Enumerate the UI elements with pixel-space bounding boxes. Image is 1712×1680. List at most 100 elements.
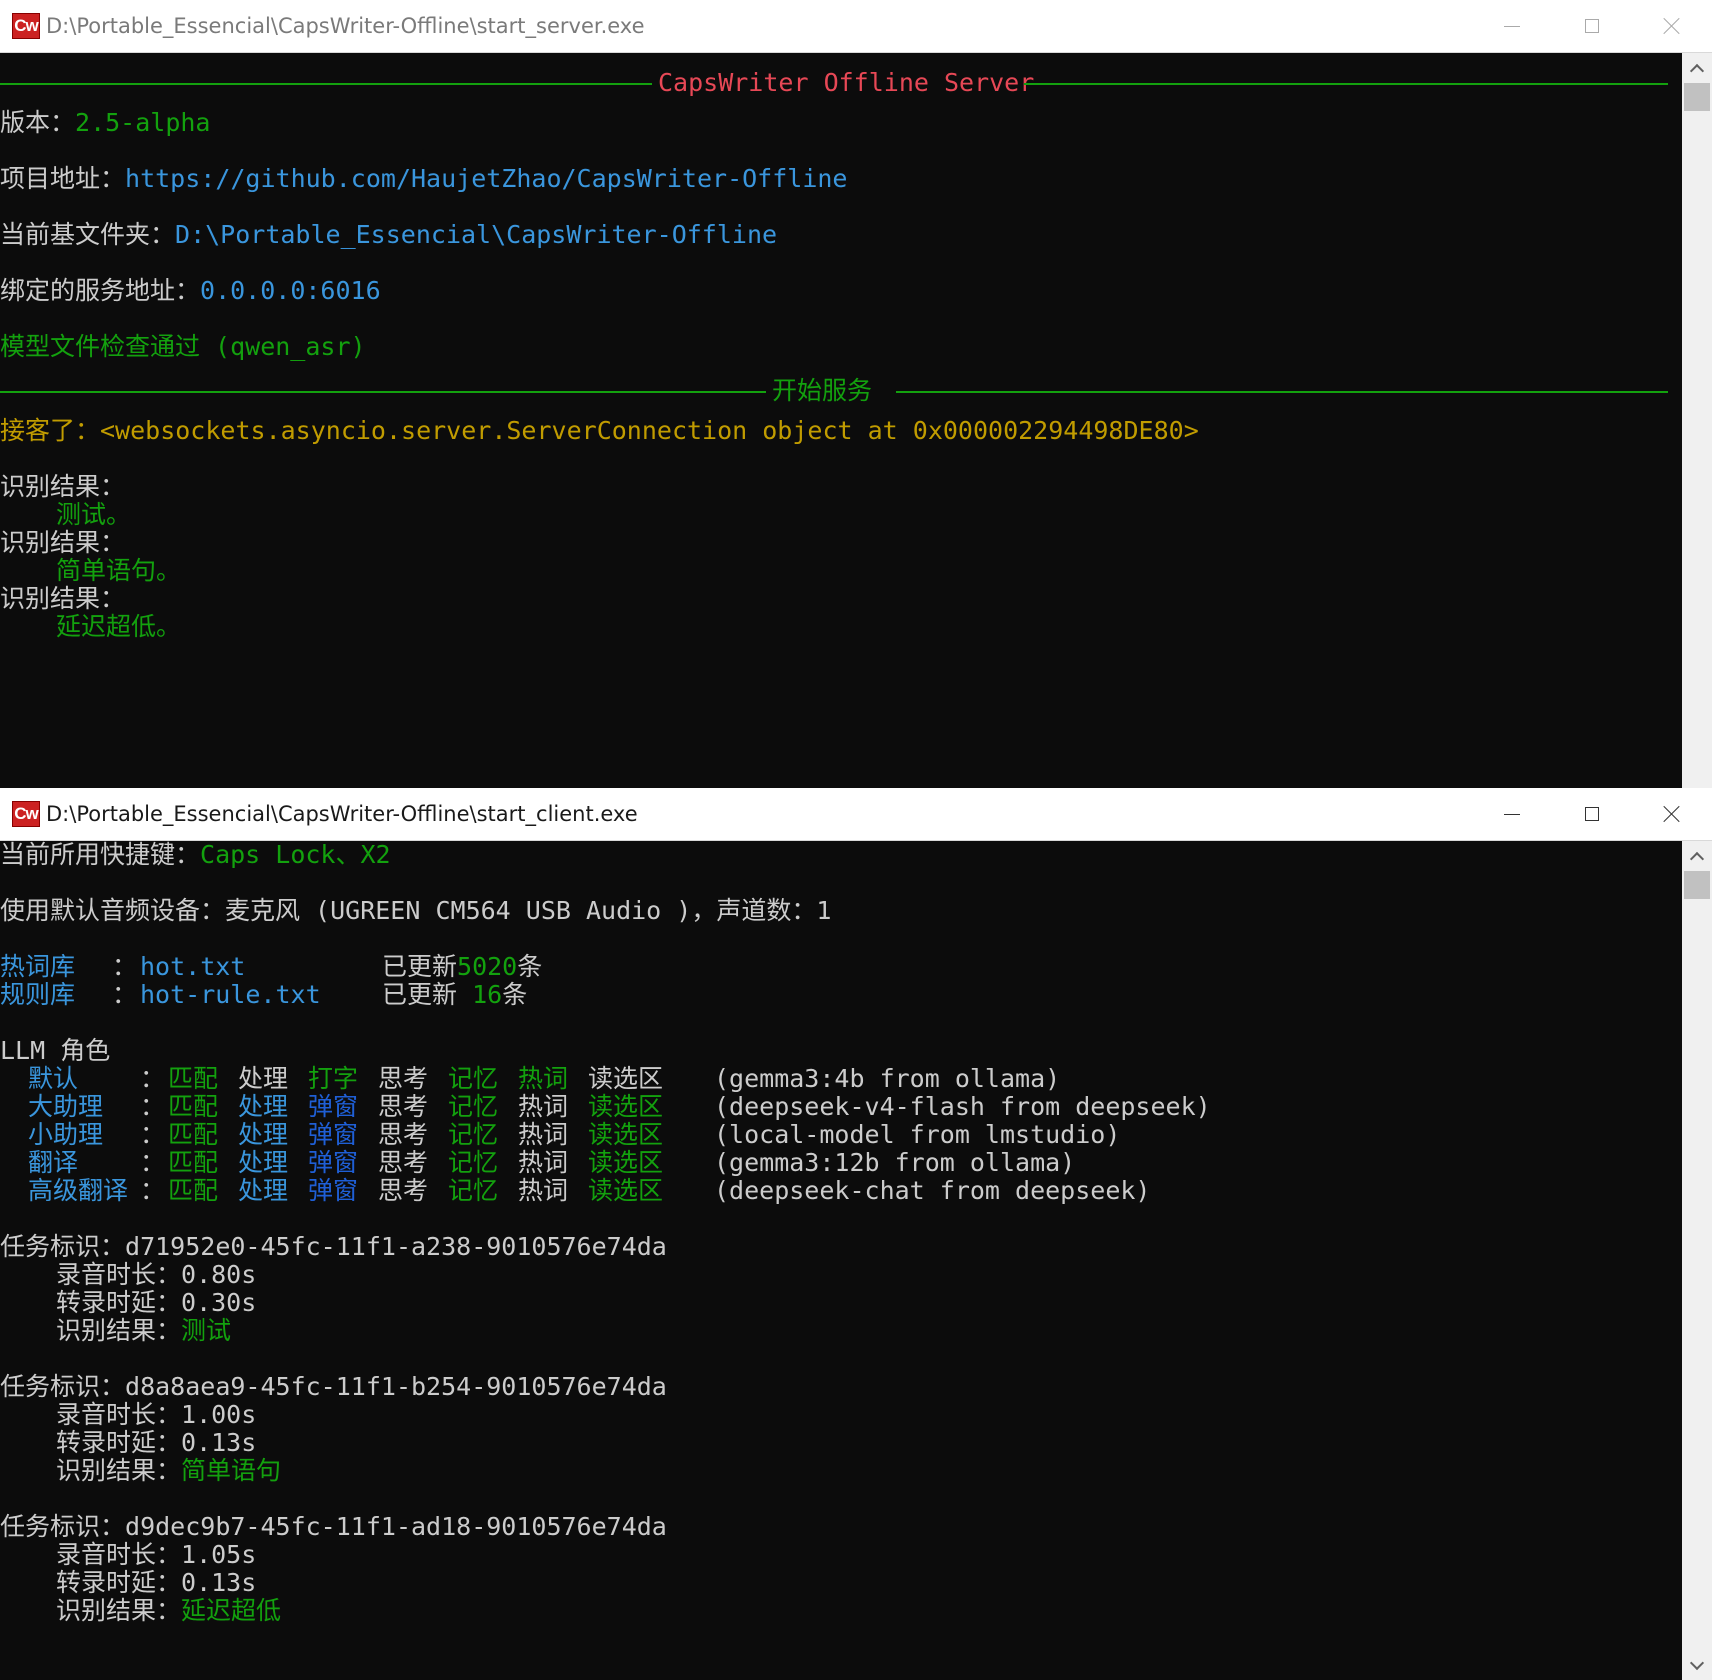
client-window-controls [1472,788,1712,840]
server-console-output[interactable]: CapsWriter Offline Server 版本：2.5-alpha 项… [0,53,1680,788]
llm-role-row: 高级翻译：匹配 处理 弹窗 思考 记忆 热词 读选区 (deepseek-chat from … [28,1176,1151,1205]
llm-role-name: 小助理 [28,1120,104,1149]
llm-flag: 匹配 [168,1148,219,1177]
llm-role-row: 大助理：匹配 处理 弹窗 思考 记忆 热词 读选区 (deepseek-v4-flash fr… [28,1092,1211,1121]
hotword-file: hot.txt [140,952,246,981]
task-latency-line: 转录时延：0.30s [56,1288,257,1317]
task-result-line: 识别结果：测试 [56,1316,232,1345]
model-check-line: 模型文件检查通过 (qwen_asr) [0,332,366,361]
hotkey-value: Caps Lock、X2 [200,841,391,869]
llm-flag: 匹配 [168,1064,219,1093]
llm-model: (local-model from lmstudio) [714,1120,1121,1149]
llm-flag: 热词 [518,1176,569,1205]
project-url: https://github.com/HaujetZhao/CapsWriter… [125,164,848,193]
bind-address-line: 绑定的服务地址：0.0.0.0:6016 [0,276,381,305]
task-result-line: 识别结果：延迟超低 [56,1596,282,1625]
client-console-output[interactable]: 当前所用快捷键：Caps Lock、X2 使用默认音频设备：麦克风 (UGREE… [0,841,1680,1680]
server-scrollbar[interactable] [1682,53,1712,788]
close-icon [1663,805,1681,823]
client-close-button[interactable] [1632,788,1712,840]
task-id-line: 任务标识：d71952e0-45fc-11f1-a238-9010576e74d… [0,1232,667,1261]
scroll-up-arrow-icon[interactable] [1682,841,1712,871]
llm-roles-table: 默认：匹配 处理 打字 思考 记忆 热词 读选区 (gemma3:4b from ollama… [0,1065,1680,1205]
llm-model: (gemma3:4b from ollama) [714,1064,1061,1093]
llm-flag: 读选区 [588,1092,664,1121]
server-minimize-button[interactable] [1472,0,1552,52]
version-line: 版本：2.5-alpha [0,108,211,137]
llm-flag: 思考 [378,1148,429,1177]
capswriter-icon: Cw [12,13,40,39]
server-window-controls [1472,0,1712,52]
llm-role-row: 小助理：匹配 处理 弹窗 思考 记忆 热词 读选区 (local-model from lms… [28,1120,1121,1149]
server-close-button[interactable] [1632,0,1712,52]
llm-header: LLM 角色 [0,1036,111,1065]
llm-flag: 匹配 [168,1176,219,1205]
llm-flag: 记忆 [448,1176,499,1205]
llm-role-name: 大助理 [28,1092,104,1121]
llm-flag: 弹窗 [308,1120,359,1149]
llm-flag: 处理 [238,1064,289,1093]
llm-flag: 思考 [378,1120,429,1149]
version-value: 2.5-alpha [75,108,211,137]
llm-flag: 处理 [238,1176,289,1205]
llm-flag: 弹窗 [308,1176,359,1205]
server-window-title: D:\Portable_Essencial\CapsWriter-Offline… [46,14,645,38]
result-label: 识别结果： [0,528,126,557]
basedir-line: 当前基文件夹：D:\Portable_Essencial\CapsWriter-… [0,220,778,249]
rules-count: 16 [472,980,503,1009]
scroll-up-arrow-icon[interactable] [1682,53,1712,83]
llm-flag: 读选区 [588,1064,664,1093]
minimize-icon [1504,25,1520,27]
result-text: 测试。 [56,500,132,529]
server-titlebar[interactable]: Cw D:\Portable_Essencial\CapsWriter-Offl… [0,0,1712,53]
result-text: 延迟超低。 [56,612,182,641]
llm-flag: 弹窗 [308,1092,359,1121]
llm-flag: 记忆 [448,1148,499,1177]
server-console-window[interactable]: Cw D:\Portable_Essencial\CapsWriter-Offl… [0,0,1712,788]
client-scroll-thumb[interactable] [1684,871,1710,899]
llm-flag: 打字 [308,1064,359,1093]
llm-flag: 处理 [238,1148,289,1177]
task-duration-line: 录音时长：1.00s [56,1400,257,1429]
task-duration-line: 录音时长：1.05s [56,1540,257,1569]
result-label: 识别结果： [0,584,126,613]
llm-role-name: 高级翻译 [28,1176,129,1205]
llm-role-row: 翻译：匹配 处理 弹窗 思考 记忆 热词 读选区 (gemma3:12b from ollam… [28,1148,1076,1177]
llm-model: (gemma3:12b from ollama) [714,1148,1076,1177]
llm-flag: 记忆 [448,1120,499,1149]
client-titlebar[interactable]: Cw D:\Portable_Essencial\CapsWriter-Offl… [0,788,1712,841]
llm-model: (deepseek-v4-flash from deepseek) [714,1092,1211,1121]
hotkey-line: 当前所用快捷键：Caps Lock、X2 [0,841,391,869]
client-window-title: D:\Portable_Essencial\CapsWriter-Offline… [46,802,638,826]
llm-flag: 匹配 [168,1092,219,1121]
audio-device-line: 使用默认音频设备：麦克风 (UGREEN CM564 USB Audio )，声… [0,896,832,925]
scroll-down-arrow-icon[interactable] [1682,1650,1712,1680]
llm-flag: 热词 [518,1120,569,1149]
server-banner-title: CapsWriter Offline Server [658,68,1035,97]
llm-flag: 记忆 [448,1064,499,1093]
llm-flag: 读选区 [588,1176,664,1205]
hotword-count: 5020 [457,952,518,981]
close-icon [1663,17,1681,35]
task-duration-line: 录音时长：0.80s [56,1260,257,1289]
task-log: 任务标识：d71952e0-45fc-11f1-a238-9010576e74d… [0,1233,1680,1625]
client-scrollbar[interactable] [1682,841,1712,1680]
llm-flag: 思考 [378,1092,429,1121]
llm-flag: 热词 [518,1092,569,1121]
llm-flag: 匹配 [168,1120,219,1149]
task-id-line: 任务标识：d9dec9b7-45fc-11f1-ad18-9010576e74d… [0,1512,667,1541]
connection-line: 接客了：<websockets.asyncio.server.ServerCon… [0,416,1199,445]
client-maximize-button[interactable] [1552,788,1632,840]
rules-file: hot-rule.txt [140,980,321,1009]
server-maximize-button[interactable] [1552,0,1632,52]
server-scroll-thumb[interactable] [1684,83,1710,111]
result-label: 识别结果： [0,472,126,501]
rules-line: 规则库： hot-rule.txt 已更新 16条 [0,980,528,1009]
llm-flag: 读选区 [588,1148,664,1177]
client-console-window[interactable]: Cw D:\Portable_Essencial\CapsWriter-Offl… [0,788,1712,1680]
maximize-icon [1585,807,1599,821]
start-service-rule: 开始服务 [0,361,1680,417]
client-minimize-button[interactable] [1472,788,1552,840]
result-text: 简单语句。 [56,556,182,585]
project-line: 项目地址：https://github.com/HaujetZhao/CapsW… [0,164,848,193]
